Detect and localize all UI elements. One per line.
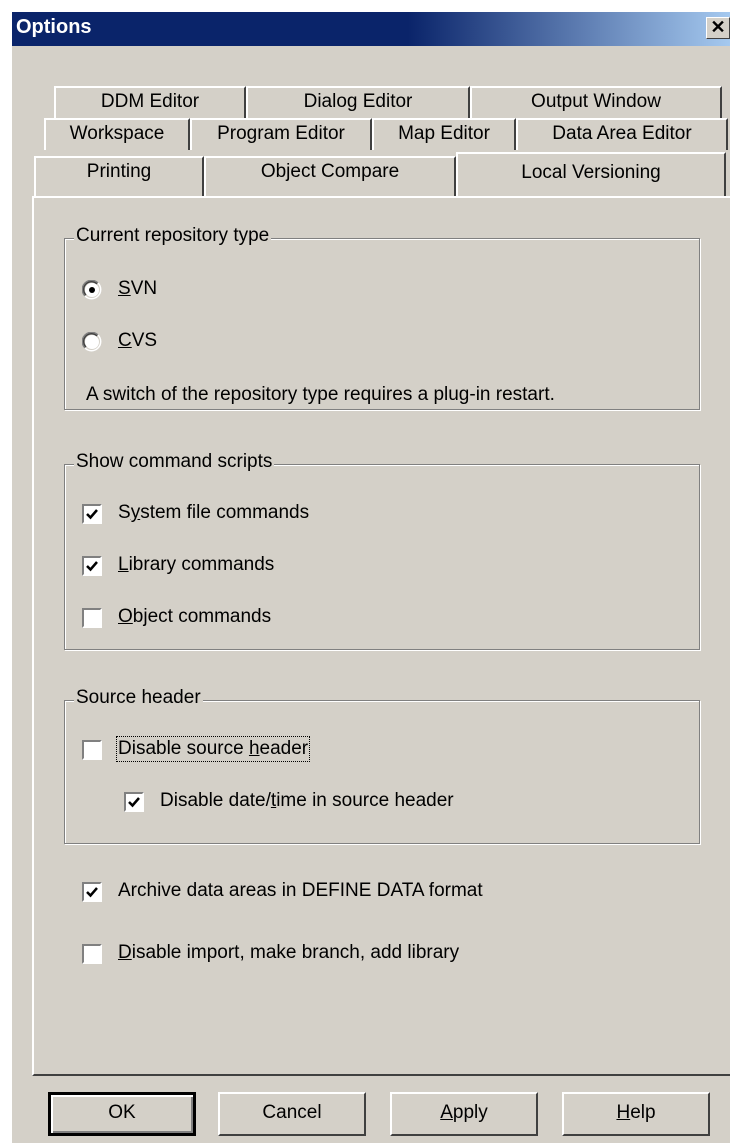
system-file-commands-label: System file commands bbox=[118, 502, 309, 524]
checkbox-unchecked-icon bbox=[82, 608, 102, 628]
label-pre: Disable source bbox=[118, 738, 249, 759]
source-header-legend: Source header bbox=[74, 687, 203, 709]
ok-button[interactable]: OK bbox=[48, 1092, 196, 1136]
label-post: eader bbox=[259, 738, 309, 759]
svn-label: SVN bbox=[118, 278, 157, 300]
tab-label: Output Window bbox=[531, 91, 661, 112]
radio-unselected-icon bbox=[82, 332, 102, 352]
cvs-label: CVS bbox=[118, 330, 157, 352]
disable-datetime-label: Disable date/time in source header bbox=[160, 790, 454, 812]
label-post: isable import, make branch, add library bbox=[131, 942, 460, 963]
label-post: ibrary commands bbox=[128, 554, 275, 575]
tab-label: Printing bbox=[86, 161, 152, 182]
help-mnemonic: H bbox=[616, 1102, 631, 1123]
tab-object-compare[interactable]: Object Compare bbox=[204, 156, 456, 198]
label-post: ime in source header bbox=[276, 790, 454, 811]
repository-restart-note: A switch of the repository type requires… bbox=[86, 384, 555, 405]
tab-label: Program Editor bbox=[217, 123, 345, 144]
svn-rest: VN bbox=[130, 278, 158, 299]
command-scripts-legend: Show command scripts bbox=[74, 451, 275, 473]
tab-map-editor[interactable]: Map Editor bbox=[372, 118, 516, 150]
tab-label: Object Compare bbox=[260, 161, 400, 182]
tab-label: Local Versioning bbox=[521, 162, 661, 183]
label-mnemonic: y bbox=[130, 502, 141, 523]
checkbox-checked-icon bbox=[124, 792, 144, 812]
checkbox-checked-icon bbox=[82, 556, 102, 576]
tab-label: DDM Editor bbox=[100, 91, 200, 112]
label-mnemonic: O bbox=[118, 606, 133, 627]
object-commands-label: Object commands bbox=[118, 606, 271, 628]
tab-local-versioning[interactable]: Local Versioning bbox=[456, 152, 726, 196]
tab-label: Dialog Editor bbox=[303, 91, 413, 112]
label-post: bject commands bbox=[132, 606, 272, 627]
options-dialog: Options ✕ DDM Editor Dialog Editor Outpu… bbox=[10, 10, 730, 1143]
tab-program-editor[interactable]: Program Editor bbox=[190, 118, 372, 150]
tab-data-area-editor[interactable]: Data Area Editor bbox=[516, 118, 728, 150]
apply-mnemonic: A bbox=[440, 1102, 453, 1123]
source-header-group: Source header bbox=[64, 687, 700, 844]
disable-source-header-label: Disable source header bbox=[115, 736, 311, 762]
tab-workspace[interactable]: Workspace bbox=[44, 118, 190, 150]
cvs-mnemonic: C bbox=[118, 330, 132, 351]
group-border bbox=[64, 700, 700, 844]
checkbox-checked-icon bbox=[82, 504, 102, 524]
tab-output-window[interactable]: Output Window bbox=[470, 86, 722, 118]
tab-printing[interactable]: Printing bbox=[34, 156, 204, 198]
tab-ddm-editor[interactable]: DDM Editor bbox=[54, 86, 246, 118]
help-button[interactable]: Help bbox=[562, 1092, 710, 1136]
cancel-button[interactable]: Cancel bbox=[218, 1092, 366, 1136]
archive-data-areas-label: Archive data areas in DEFINE DATA format bbox=[118, 880, 483, 901]
title-bar[interactable]: Options ✕ bbox=[12, 12, 730, 46]
label-mnemonic: L bbox=[118, 554, 129, 575]
tab-label: Data Area Editor bbox=[552, 123, 692, 144]
help-rest: elp bbox=[630, 1102, 656, 1123]
repository-type-legend: Current repository type bbox=[74, 225, 272, 247]
label-pre: S bbox=[118, 502, 131, 523]
tab-label: Workspace bbox=[69, 123, 165, 144]
checkbox-checked-icon bbox=[82, 882, 102, 902]
checkbox-unchecked-icon bbox=[82, 740, 102, 760]
label-mnemonic: D bbox=[118, 942, 132, 963]
apply-rest: pply bbox=[452, 1102, 488, 1123]
close-icon[interactable]: ✕ bbox=[706, 17, 730, 39]
window-title: Options bbox=[16, 16, 92, 38]
label-mnemonic: h bbox=[248, 738, 260, 759]
apply-button[interactable]: Apply bbox=[390, 1092, 538, 1136]
radio-selected-icon bbox=[82, 280, 102, 300]
label-post: stem file commands bbox=[140, 502, 310, 523]
svn-mnemonic: S bbox=[118, 278, 131, 299]
disable-import-label: Disable import, make branch, add library bbox=[118, 942, 459, 964]
checkbox-unchecked-icon bbox=[82, 944, 102, 964]
cvs-rest: VS bbox=[131, 330, 158, 351]
tab-dialog-editor[interactable]: Dialog Editor bbox=[246, 86, 470, 118]
label-pre: Disable date/ bbox=[160, 790, 271, 811]
tab-label: Map Editor bbox=[398, 123, 490, 144]
library-commands-label: Library commands bbox=[118, 554, 274, 576]
